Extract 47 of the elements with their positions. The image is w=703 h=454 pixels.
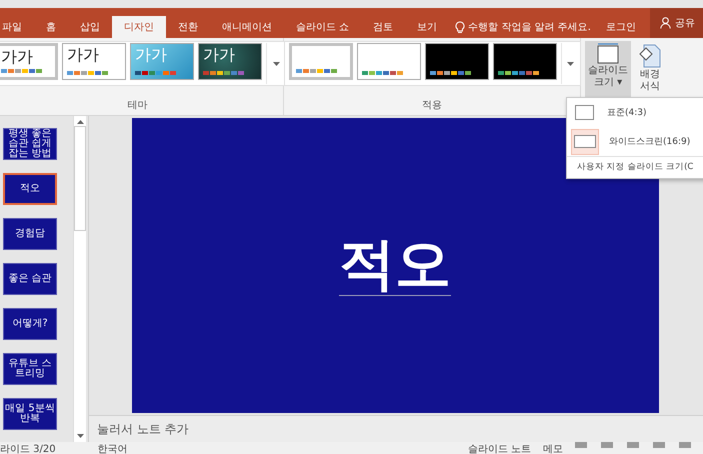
login-link[interactable]: 로그인 (606, 16, 650, 38)
theme-thumbnail[interactable]: 가가 (198, 43, 262, 80)
slide-title[interactable]: 적오 (339, 235, 451, 296)
menu-item[interactable]: 표준(4:3) (567, 98, 703, 127)
caret-icon (272, 62, 280, 66)
notes-field[interactable]: 눌러서 노트 추가 (89, 415, 703, 442)
slide-thumbnail[interactable]: 유튜브 스트리밍 (3, 353, 57, 385)
slide-thumbnail[interactable]: 매일 5분씩 반복 (3, 398, 57, 430)
slide-thumbnail[interactable]: 적오 (3, 173, 57, 205)
variant-thumbnail[interactable] (288, 43, 352, 80)
notes-button[interactable]: 슬라이드 노트 (468, 442, 531, 454)
ribbon-tab[interactable]: 보기 (405, 16, 450, 38)
share-button[interactable]: 공유 (650, 8, 703, 38)
variant-thumbnail[interactable] (424, 43, 488, 80)
variant-thumbnail[interactable] (492, 43, 556, 80)
scroll-up-icon[interactable] (76, 120, 84, 124)
comments-button[interactable]: 메모 (543, 442, 563, 454)
ribbon-tab[interactable]: 파일 (0, 16, 34, 38)
menu-item[interactable]: 와이드스크린(16:9) (567, 127, 703, 156)
group-label: 적용 (422, 99, 442, 112)
variant-thumbnail[interactable] (356, 43, 420, 80)
ribbon-tab[interactable]: 삽입 (68, 16, 112, 38)
ribbon-tab[interactable]: 슬라이드 쇼 (284, 16, 362, 38)
scroll-down-icon[interactable] (76, 434, 84, 438)
format-background-button[interactable]: 배경 서식 (635, 41, 665, 99)
tell-me-field[interactable]: 수행할 작업을 알려 주세요. (449, 16, 591, 38)
theme-thumbnail[interactable]: 가가 (62, 43, 126, 80)
ribbon-tab[interactable]: 홈 (34, 16, 68, 38)
slide-thumbnail[interactable]: 좋은 습관 (3, 263, 57, 295)
theme-thumbnail[interactable]: 가가 (0, 43, 58, 80)
slide-thumbnail[interactable]: 평생 좋은 습관 쉽게 잡는 방법 (3, 128, 57, 160)
menu-item[interactable]: 사용자 지정 슬라이드 크기(C (567, 156, 703, 178)
group-label: 테마 (128, 99, 148, 112)
lightbulb-icon (455, 20, 466, 34)
person-icon (660, 17, 671, 29)
scrollbar[interactable] (73, 116, 86, 442)
ribbon-tab[interactable]: 애니메이션 (210, 16, 284, 38)
slide-thumbnail[interactable]: 어떻게? (3, 308, 57, 340)
ribbon-tab[interactable]: 전환 (166, 16, 210, 38)
ribbon-tab[interactable]: 디자인 (112, 16, 166, 38)
slide-size-icon (596, 43, 620, 65)
ribbon-tab[interactable]: 검토 (361, 16, 406, 38)
language-indicator[interactable]: 한국어 (98, 442, 128, 454)
slide-thumbnail[interactable]: 경험담 (3, 218, 57, 250)
slide-size-button[interactable]: 슬라이드 크기 ▾ (585, 41, 631, 99)
slide-counter: 라이드 3/20 (0, 443, 56, 454)
caret-icon (567, 62, 574, 66)
